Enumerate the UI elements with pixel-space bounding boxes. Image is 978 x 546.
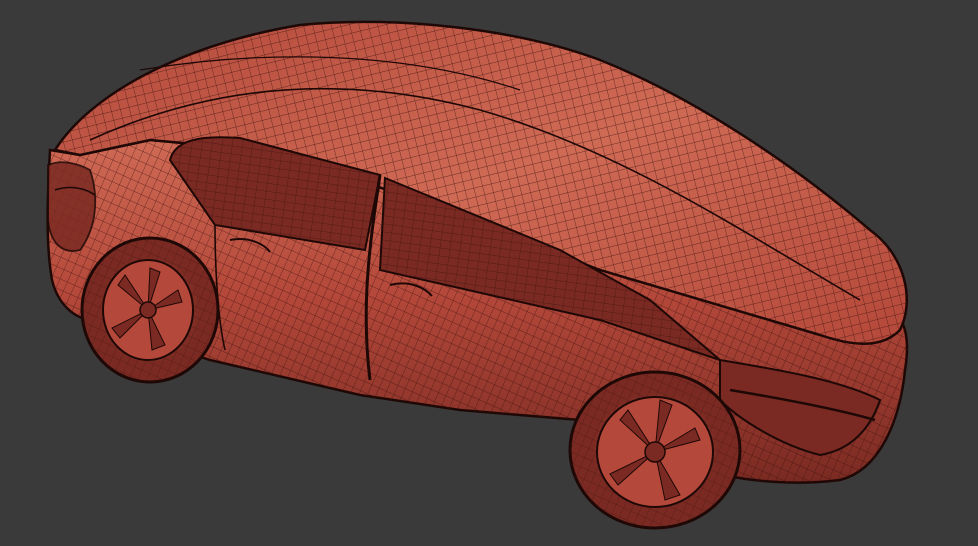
rear-tail — [47, 161, 97, 252]
rear-wheel — [80, 236, 220, 384]
car-wireframe-render — [46, 20, 909, 530]
3d-viewport[interactable] — [0, 0, 978, 546]
front-wheel — [568, 370, 742, 530]
